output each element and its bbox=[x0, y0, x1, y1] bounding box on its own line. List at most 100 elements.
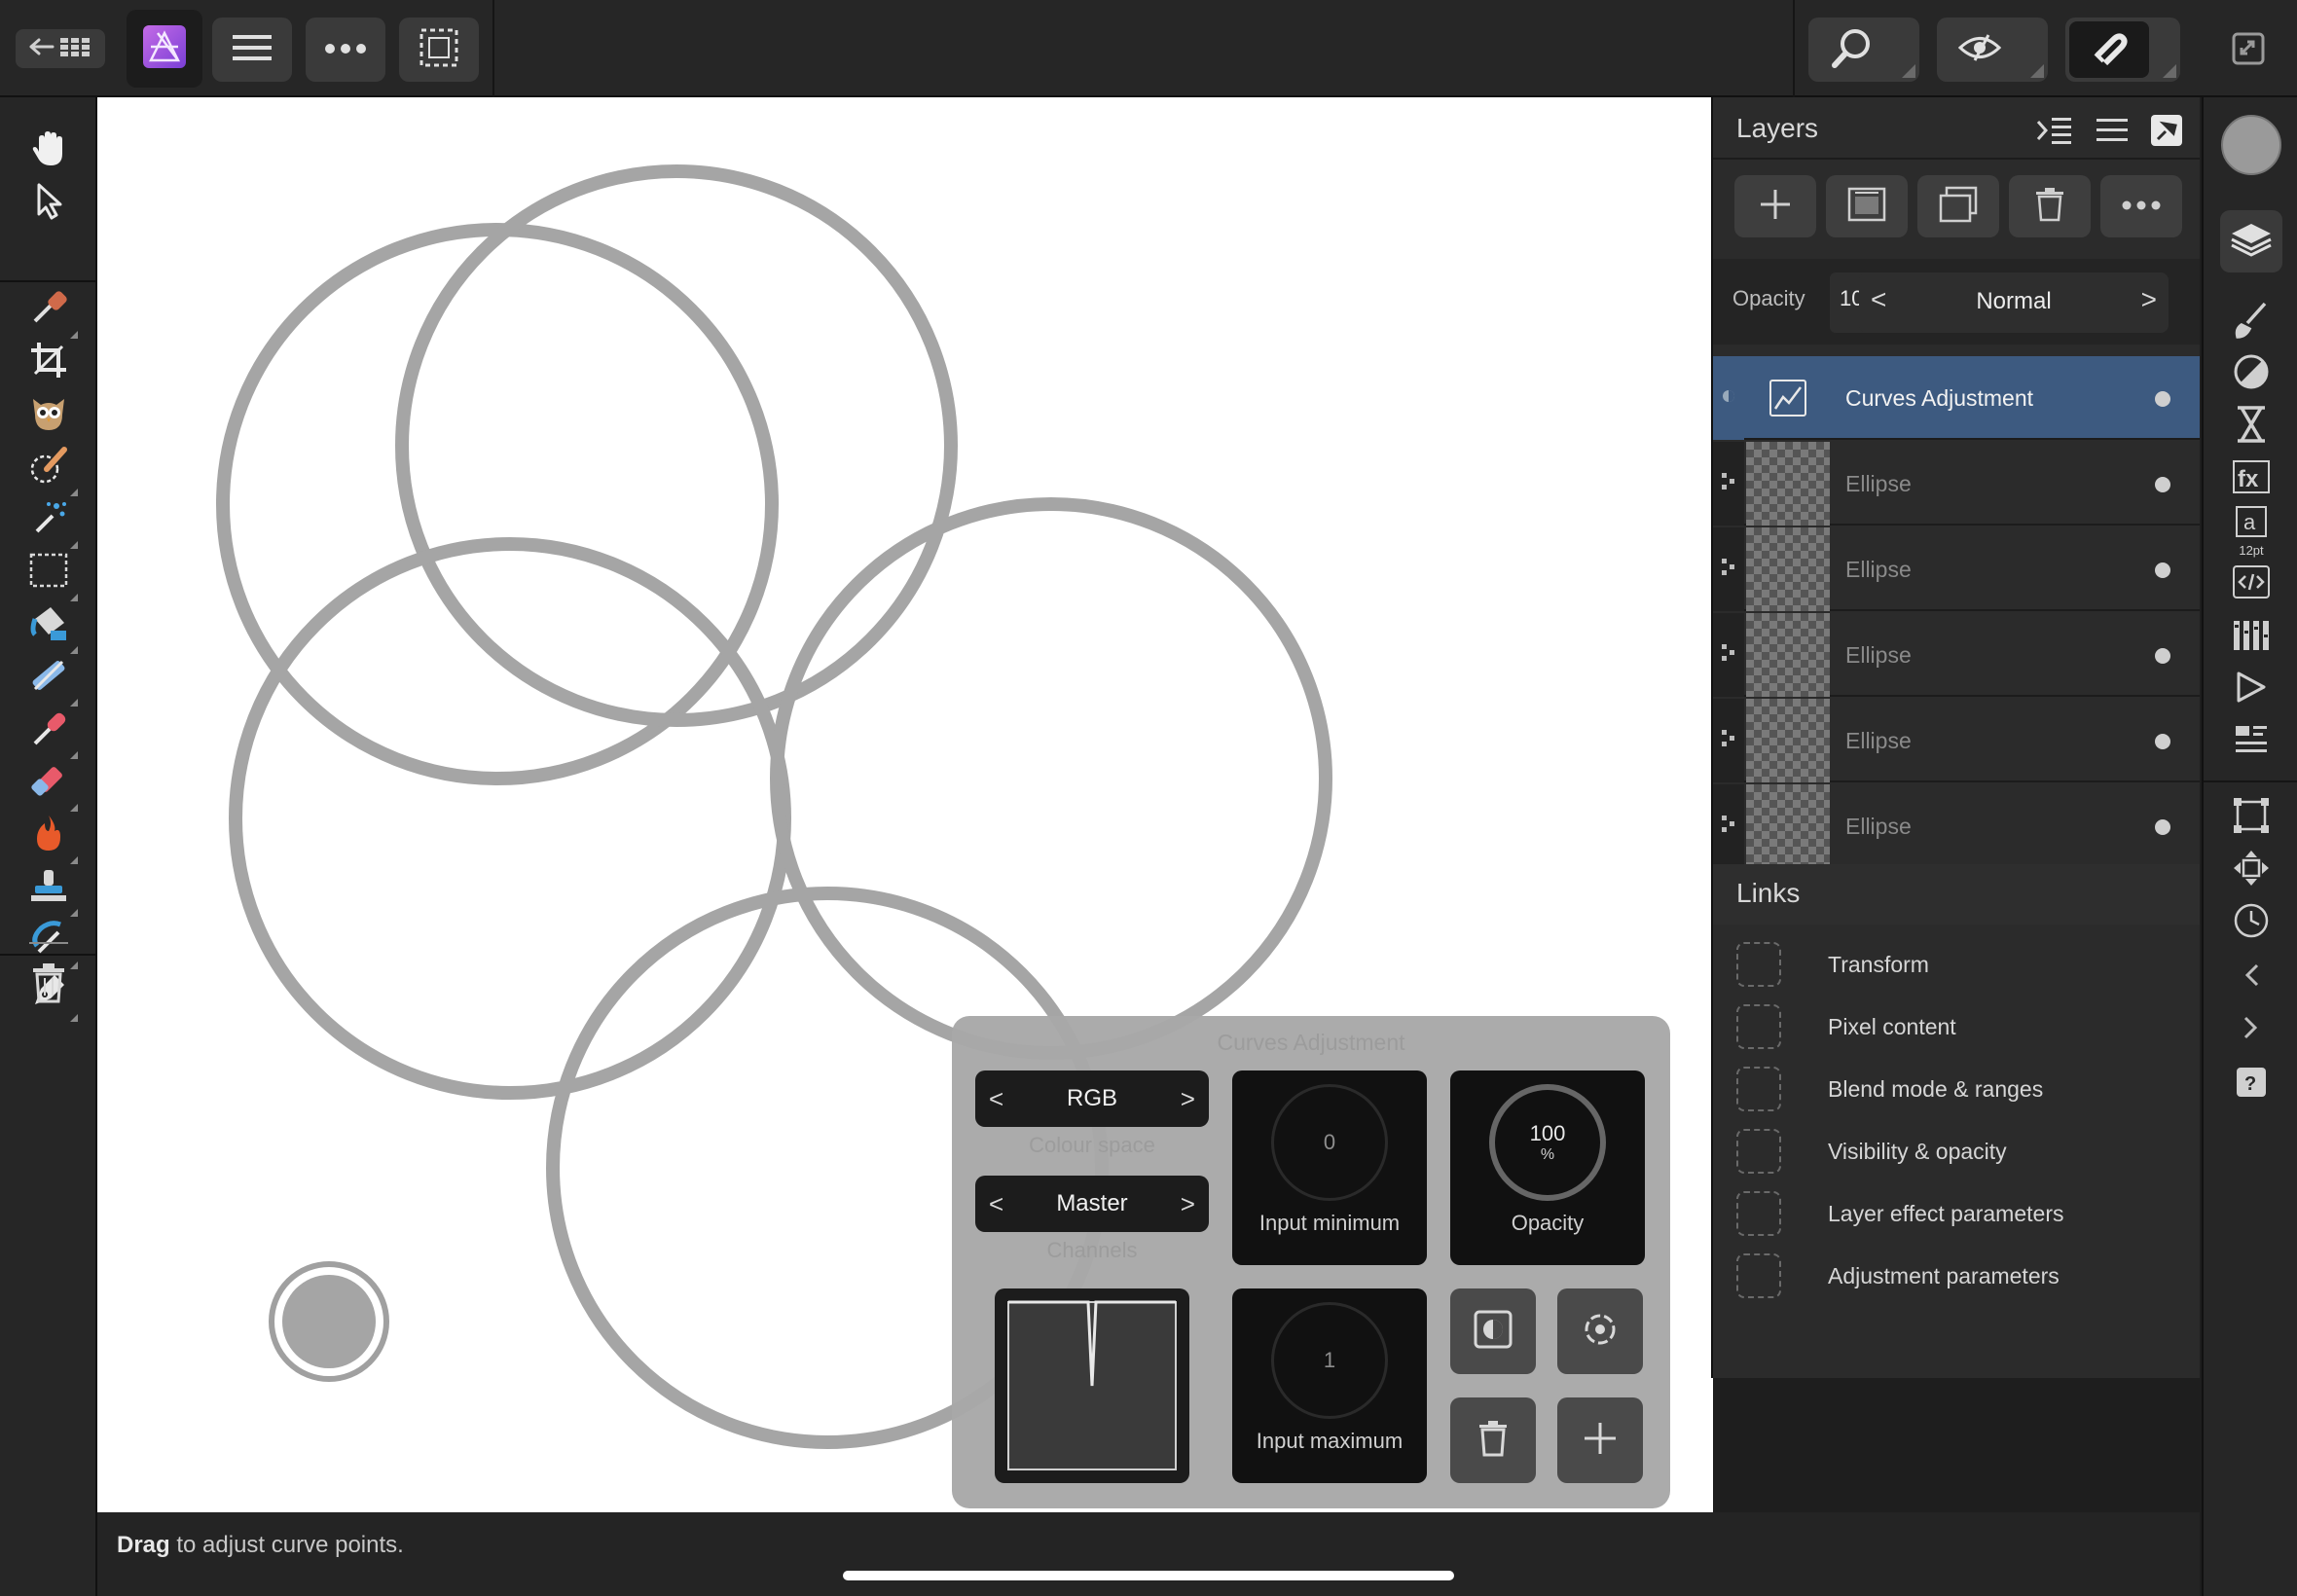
redo-button[interactable] bbox=[2220, 998, 2282, 1061]
channel-stepper[interactable]: < Master > bbox=[975, 1176, 1209, 1232]
chevron-right-icon[interactable]: > bbox=[2141, 284, 2157, 315]
dropdown-corner-icon bbox=[1902, 64, 1915, 78]
fx-icon: fx bbox=[2232, 459, 2271, 499]
visibility-toggle[interactable] bbox=[2155, 391, 2170, 407]
visibility-toggle[interactable] bbox=[2155, 562, 2170, 578]
link-option[interactable]: Pixel content bbox=[1736, 1002, 1956, 1051]
link-checkbox[interactable] bbox=[1736, 942, 1781, 987]
visibility-toggle[interactable] bbox=[2155, 819, 2170, 835]
move-arrows-icon bbox=[2232, 849, 2271, 892]
merge-adjustment-button[interactable] bbox=[1557, 1397, 1643, 1483]
eyedropper-icon bbox=[27, 286, 70, 334]
layer-row[interactable]: Curves Adjustment bbox=[1713, 356, 2200, 440]
layer-row[interactable]: Ellipse bbox=[1713, 442, 2200, 526]
marquee-selection-icon bbox=[419, 27, 459, 73]
colour-space-stepper[interactable]: < RGB > bbox=[975, 1070, 1209, 1127]
hint-bold: Drag bbox=[117, 1532, 170, 1558]
ellipse-shape[interactable] bbox=[770, 497, 1332, 1060]
pin-panel-button[interactable] bbox=[2145, 111, 2188, 154]
link-checkbox[interactable] bbox=[1736, 1129, 1781, 1174]
duplicate-layer-button[interactable] bbox=[1917, 175, 1999, 237]
main-menu-button[interactable] bbox=[212, 18, 292, 82]
layer-lock-toggle[interactable] bbox=[1713, 442, 1744, 526]
delete-adjustment-button[interactable] bbox=[1450, 1397, 1536, 1483]
visibility-toggle[interactable] bbox=[2155, 648, 2170, 664]
blend-mode-stepper[interactable]: < Normal > bbox=[1859, 272, 2169, 333]
blend-mode-value: Normal bbox=[1976, 288, 2052, 314]
navigator-studio-button[interactable] bbox=[2220, 710, 2282, 773]
stamp-icon bbox=[27, 864, 70, 912]
link-option[interactable]: Adjustment parameters bbox=[1736, 1251, 2060, 1300]
layers-panel-title: Layers bbox=[1736, 113, 1819, 143]
panel-menu-button[interactable] bbox=[2091, 111, 2133, 154]
dialog-title: Curves Adjustment bbox=[1217, 1030, 1405, 1055]
link-checkbox[interactable] bbox=[1736, 1191, 1781, 1236]
picker-button[interactable] bbox=[1450, 1288, 1536, 1374]
layer-lock-toggle[interactable] bbox=[1713, 356, 1744, 440]
layer-lock-toggle[interactable] bbox=[1713, 784, 1744, 868]
opacity-control[interactable]: 100 % Opacity bbox=[1450, 1070, 1645, 1265]
link-checkbox[interactable] bbox=[1736, 1004, 1781, 1049]
photo-persona-button[interactable] bbox=[127, 10, 202, 88]
layer-row[interactable]: Ellipse bbox=[1713, 613, 2200, 697]
layer-lock-toggle[interactable] bbox=[1713, 527, 1744, 611]
snapping-button[interactable] bbox=[2065, 18, 2180, 82]
help-button[interactable]: ? bbox=[2220, 1053, 2282, 1115]
layer-row[interactable]: Ellipse bbox=[1713, 784, 2200, 868]
chevron-left-icon[interactable]: < bbox=[989, 1084, 1003, 1114]
more-options-button[interactable] bbox=[306, 18, 385, 82]
layer-name: Ellipse bbox=[1845, 728, 1912, 753]
layer-link-icon bbox=[1722, 643, 1735, 667]
reset-button[interactable] bbox=[1557, 1288, 1643, 1374]
trash-icon bbox=[31, 962, 66, 1008]
visibility-toggle[interactable] bbox=[2155, 477, 2170, 492]
history-clock-studio-button[interactable] bbox=[2220, 891, 2282, 954]
add-layer-button[interactable] bbox=[1734, 175, 1816, 237]
link-option[interactable]: Visibility & opacity bbox=[1736, 1127, 2007, 1176]
input-maximum-dial[interactable]: 1 bbox=[1271, 1302, 1388, 1419]
colour-swatch-button[interactable] bbox=[2221, 115, 2281, 175]
link-option[interactable]: Layer effect parameters bbox=[1736, 1189, 2063, 1238]
ellipse-shape[interactable] bbox=[229, 537, 791, 1100]
selection-button[interactable] bbox=[399, 18, 479, 82]
home-indicator[interactable] bbox=[843, 1571, 1454, 1580]
rectangle-marquee-icon bbox=[27, 549, 70, 597]
layers-studio-button[interactable] bbox=[2220, 210, 2282, 272]
adjustment-circle-icon bbox=[2232, 352, 2271, 396]
link-checkbox[interactable] bbox=[1736, 1253, 1781, 1298]
view-mode-button[interactable] bbox=[1937, 18, 2048, 82]
layer-lock-toggle[interactable] bbox=[1713, 699, 1744, 782]
layer-options-button[interactable] bbox=[2100, 175, 2182, 237]
chevron-right-icon[interactable]: > bbox=[1181, 1084, 1195, 1114]
layer-row[interactable]: Ellipse bbox=[1713, 527, 2200, 611]
hamburger-menu-icon bbox=[2096, 118, 2128, 148]
link-label: Visibility & opacity bbox=[1828, 1138, 2007, 1164]
delete-layer-button[interactable] bbox=[2009, 175, 2091, 237]
zoom-button[interactable] bbox=[1808, 18, 1919, 82]
input-minimum-control[interactable]: 0 Input minimum bbox=[1232, 1070, 1427, 1265]
link-option[interactable]: Transform bbox=[1736, 940, 1929, 989]
link-option[interactable]: Blend mode & ranges bbox=[1736, 1065, 2043, 1113]
chevron-left-icon[interactable]: < bbox=[989, 1189, 1003, 1219]
move-tool[interactable] bbox=[18, 171, 80, 234]
ellipse-shape[interactable] bbox=[216, 223, 779, 785]
canvas-action-handle[interactable] bbox=[269, 1261, 389, 1382]
opacity-dial[interactable]: 100 % bbox=[1489, 1084, 1606, 1201]
ellipse-shape[interactable] bbox=[395, 164, 958, 727]
flame-icon bbox=[27, 812, 70, 859]
chevron-right-icon[interactable]: > bbox=[1181, 1189, 1195, 1219]
curve-graph[interactable] bbox=[995, 1288, 1189, 1483]
input-minimum-dial[interactable]: 0 bbox=[1271, 1084, 1388, 1201]
fullscreen-toggle-button[interactable] bbox=[2229, 29, 2268, 68]
delete-button[interactable] bbox=[18, 954, 80, 1016]
layer-row[interactable]: Ellipse bbox=[1713, 699, 2200, 782]
eye-hidden-icon bbox=[1957, 31, 2002, 69]
layer-lock-toggle[interactable] bbox=[1713, 613, 1744, 697]
add-mask-button[interactable] bbox=[1826, 175, 1908, 237]
input-maximum-control[interactable]: 1 Input maximum bbox=[1232, 1288, 1427, 1483]
link-checkbox[interactable] bbox=[1736, 1067, 1781, 1111]
back-to-home-button[interactable] bbox=[16, 29, 105, 68]
collapse-panel-button[interactable] bbox=[2032, 111, 2075, 154]
visibility-toggle[interactable] bbox=[2155, 734, 2170, 749]
layer-thumbnail bbox=[1746, 699, 1830, 782]
